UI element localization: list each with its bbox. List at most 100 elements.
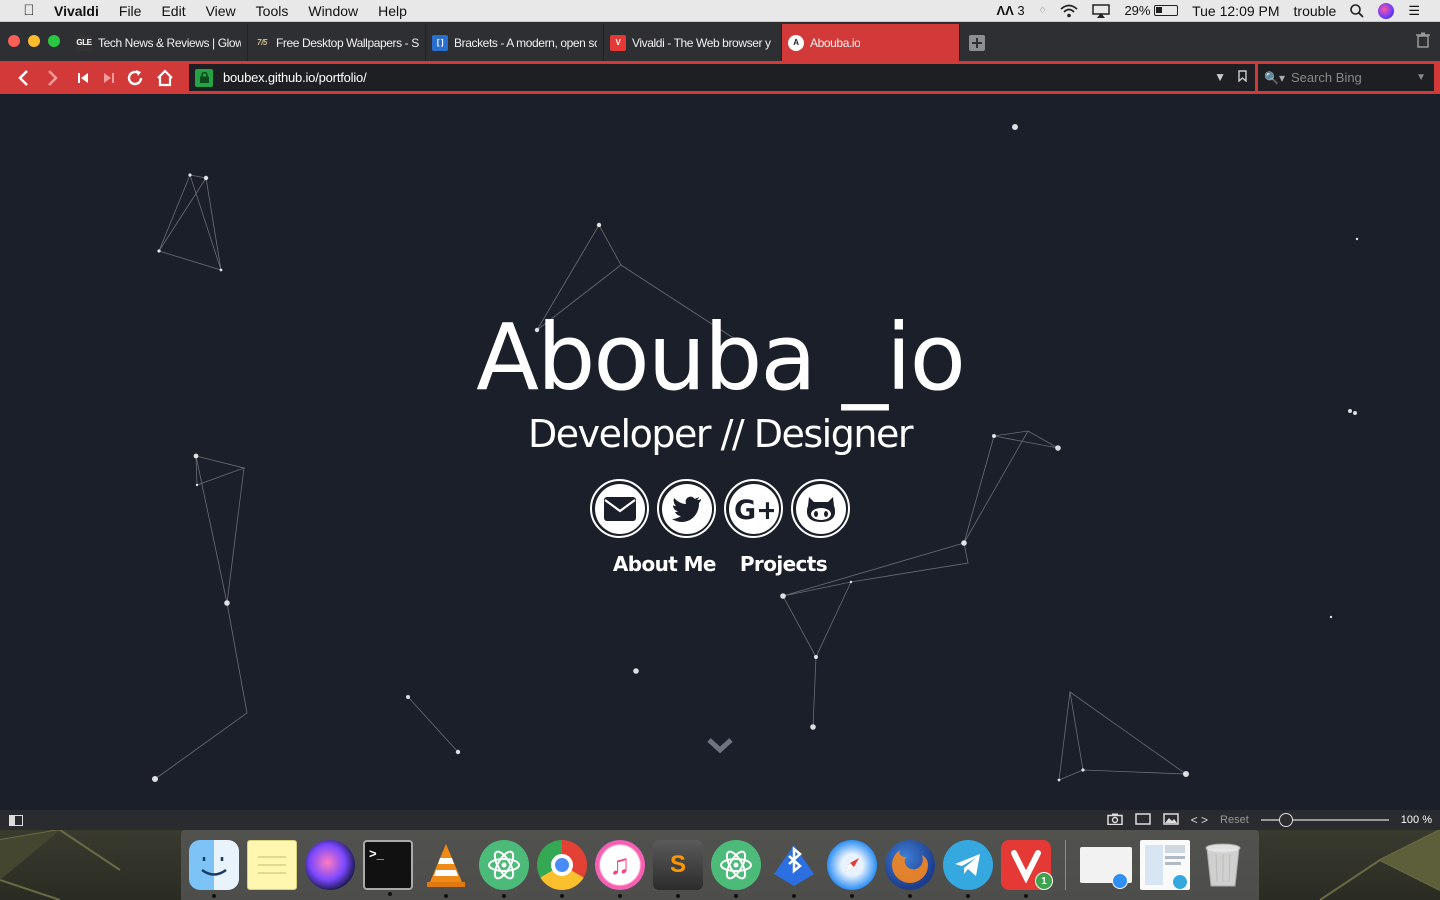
menu-app-name[interactable]: Vivaldi <box>54 3 99 19</box>
safari-icon[interactable] <box>827 840 877 898</box>
close-window-button[interactable] <box>8 35 20 47</box>
new-tab-button[interactable] <box>960 24 994 61</box>
macos-menubar:  Vivaldi File Edit View Tools Window He… <box>0 0 1440 22</box>
menu-window[interactable]: Window <box>308 3 358 19</box>
firefox-icon[interactable] <box>885 840 935 898</box>
atom-beta-icon[interactable] <box>711 840 761 898</box>
tab-tech-news[interactable]: GLE Tech News & Reviews | Glow <box>70 24 248 61</box>
tab-title: Tech News & Reviews | Glow <box>98 35 241 50</box>
macos-dock: >_ ♫ S 1 <box>181 830 1259 900</box>
spotlight-search-icon[interactable] <box>1350 2 1364 20</box>
menu-tools[interactable]: Tools <box>256 3 289 19</box>
tab-favicon-icon: [ ] <box>432 34 448 51</box>
itunes-icon[interactable]: ♫ <box>595 840 645 898</box>
url-history-dropdown-icon[interactable]: ▼ <box>1214 70 1226 85</box>
forward-icon <box>48 69 58 86</box>
menu-edit[interactable]: Edit <box>161 3 185 19</box>
back-button[interactable] <box>8 63 38 93</box>
trash-icon[interactable] <box>1416 32 1430 53</box>
lock-icon[interactable] <box>195 68 213 87</box>
fast-forward-icon <box>104 72 114 83</box>
wifi-icon[interactable] <box>1060 2 1079 20</box>
vlc-icon[interactable] <box>421 840 471 898</box>
search-field[interactable]: 🔍▾ Search Bing ▼ <box>1258 64 1434 91</box>
menu-help[interactable]: Help <box>378 3 407 19</box>
menu-file[interactable]: File <box>119 3 142 19</box>
siri-icon[interactable] <box>1378 2 1395 19</box>
tab-title: Brackets - A modern, open sc <box>454 35 597 50</box>
adobe-creative-cloud-icon[interactable]: ΛΛ 3 <box>996 2 1024 20</box>
tab-favicon-icon: V <box>610 34 626 51</box>
telegram-icon[interactable] <box>943 840 993 898</box>
home-button[interactable] <box>150 63 180 93</box>
window-controls <box>0 35 70 61</box>
projects-link[interactable]: Projects <box>740 552 828 576</box>
rewind-button[interactable] <box>68 63 98 93</box>
finder-icon[interactable] <box>189 840 239 898</box>
chevron-down-icon[interactable] <box>706 736 734 756</box>
menubar-user[interactable]: trouble <box>1294 3 1337 19</box>
rewind-icon <box>78 72 88 83</box>
notes-icon[interactable] <box>247 840 297 890</box>
page-actions-icon[interactable]: < > <box>1191 813 1208 827</box>
minimize-window-button[interactable] <box>28 35 40 47</box>
google-plus-link[interactable]: G+ <box>724 479 783 538</box>
siri-app-icon[interactable] <box>305 840 355 890</box>
url-text: boubex.github.io/portfolio/ <box>223 70 367 85</box>
minimized-window-thumbnail[interactable] <box>1080 847 1132 889</box>
social-links: G+ <box>0 479 1440 538</box>
menu-view[interactable]: View <box>206 3 236 19</box>
bookmark-icon[interactable] <box>1238 70 1247 85</box>
email-link[interactable] <box>590 479 649 538</box>
tab-title: Vivaldi - The Web browser y <box>632 35 771 50</box>
search-dropdown-icon[interactable]: ▼ <box>1416 72 1426 83</box>
airplay-icon[interactable] <box>1092 2 1111 20</box>
about-me-link[interactable]: About Me <box>613 552 717 576</box>
twitter-icon <box>661 483 712 534</box>
tab-favicon-icon: 7/5 <box>257 38 267 47</box>
tab-vivaldi[interactable]: V Vivaldi - The Web browser y <box>604 24 782 61</box>
panel-toggle-icon[interactable] <box>9 814 23 826</box>
battery-status[interactable]: 29% <box>1124 2 1179 20</box>
image-toggle-icon[interactable] <box>1162 812 1179 828</box>
url-field[interactable]: boubex.github.io/portfolio/ ▼ <box>189 64 1255 91</box>
search-engine-icon[interactable]: 🔍▾ <box>1264 71 1285 85</box>
vivaldi-icon[interactable]: 1 <box>1001 840 1053 898</box>
tab-wallpapers[interactable]: 7/5 Free Desktop Wallpapers - S <box>248 24 426 61</box>
sublime-text-icon[interactable]: S <box>653 840 703 898</box>
reload-button[interactable] <box>120 63 150 93</box>
adobe-count: 3 <box>1017 3 1025 18</box>
notification-center-icon[interactable]: ☰ <box>1408 2 1420 20</box>
apple-icon[interactable]:  <box>18 2 40 19</box>
maximize-window-button[interactable] <box>48 35 60 47</box>
minimized-telegram-window-thumbnail[interactable] <box>1140 840 1190 890</box>
dock-trash-icon[interactable] <box>1198 840 1248 890</box>
browser-status-bar: < > Reset 100 % <box>0 810 1440 830</box>
camera-icon[interactable] <box>1106 813 1123 828</box>
address-toolbar: boubex.github.io/portfolio/ ▼ 🔍▾ Search … <box>0 61 1440 94</box>
twitter-link[interactable] <box>657 479 716 538</box>
tab-brackets[interactable]: [ ] Brackets - A modern, open sc <box>426 24 604 61</box>
fast-forward-button[interactable] <box>98 63 120 93</box>
forward-button[interactable] <box>38 63 68 93</box>
search-placeholder: Search Bing <box>1290 70 1362 85</box>
tab-abouba[interactable]: A Abouba.io <box>782 24 960 61</box>
zoom-level: 100 % <box>1400 814 1432 826</box>
menubar-status-area: ΛΛ 3 ᛜ 29% Tue 12:09 PM trouble ☰ <box>996 2 1420 20</box>
zoom-reset-button[interactable]: Reset <box>1220 814 1249 826</box>
dock-separator <box>1065 840 1066 890</box>
site-brand-title: Abouba _io <box>476 304 966 411</box>
menubar-clock[interactable]: Tue 12:09 PM <box>1192 3 1279 19</box>
github-link[interactable] <box>791 479 850 538</box>
zoom-slider-thumb[interactable] <box>1278 813 1293 827</box>
plus-icon <box>969 34 985 51</box>
bluetooth-icon[interactable]: ᛜ <box>1039 2 1047 20</box>
tab-bar: GLE Tech News & Reviews | Glow 7/5 Free … <box>0 22 1440 61</box>
bluetooth-app-icon[interactable] <box>769 840 819 898</box>
atom-icon[interactable] <box>479 840 529 898</box>
zoom-slider[interactable] <box>1260 813 1389 827</box>
terminal-icon[interactable]: >_ <box>363 840 413 896</box>
page-tiling-icon[interactable] <box>1134 812 1151 828</box>
github-icon <box>795 483 846 534</box>
chrome-icon[interactable] <box>537 840 587 898</box>
